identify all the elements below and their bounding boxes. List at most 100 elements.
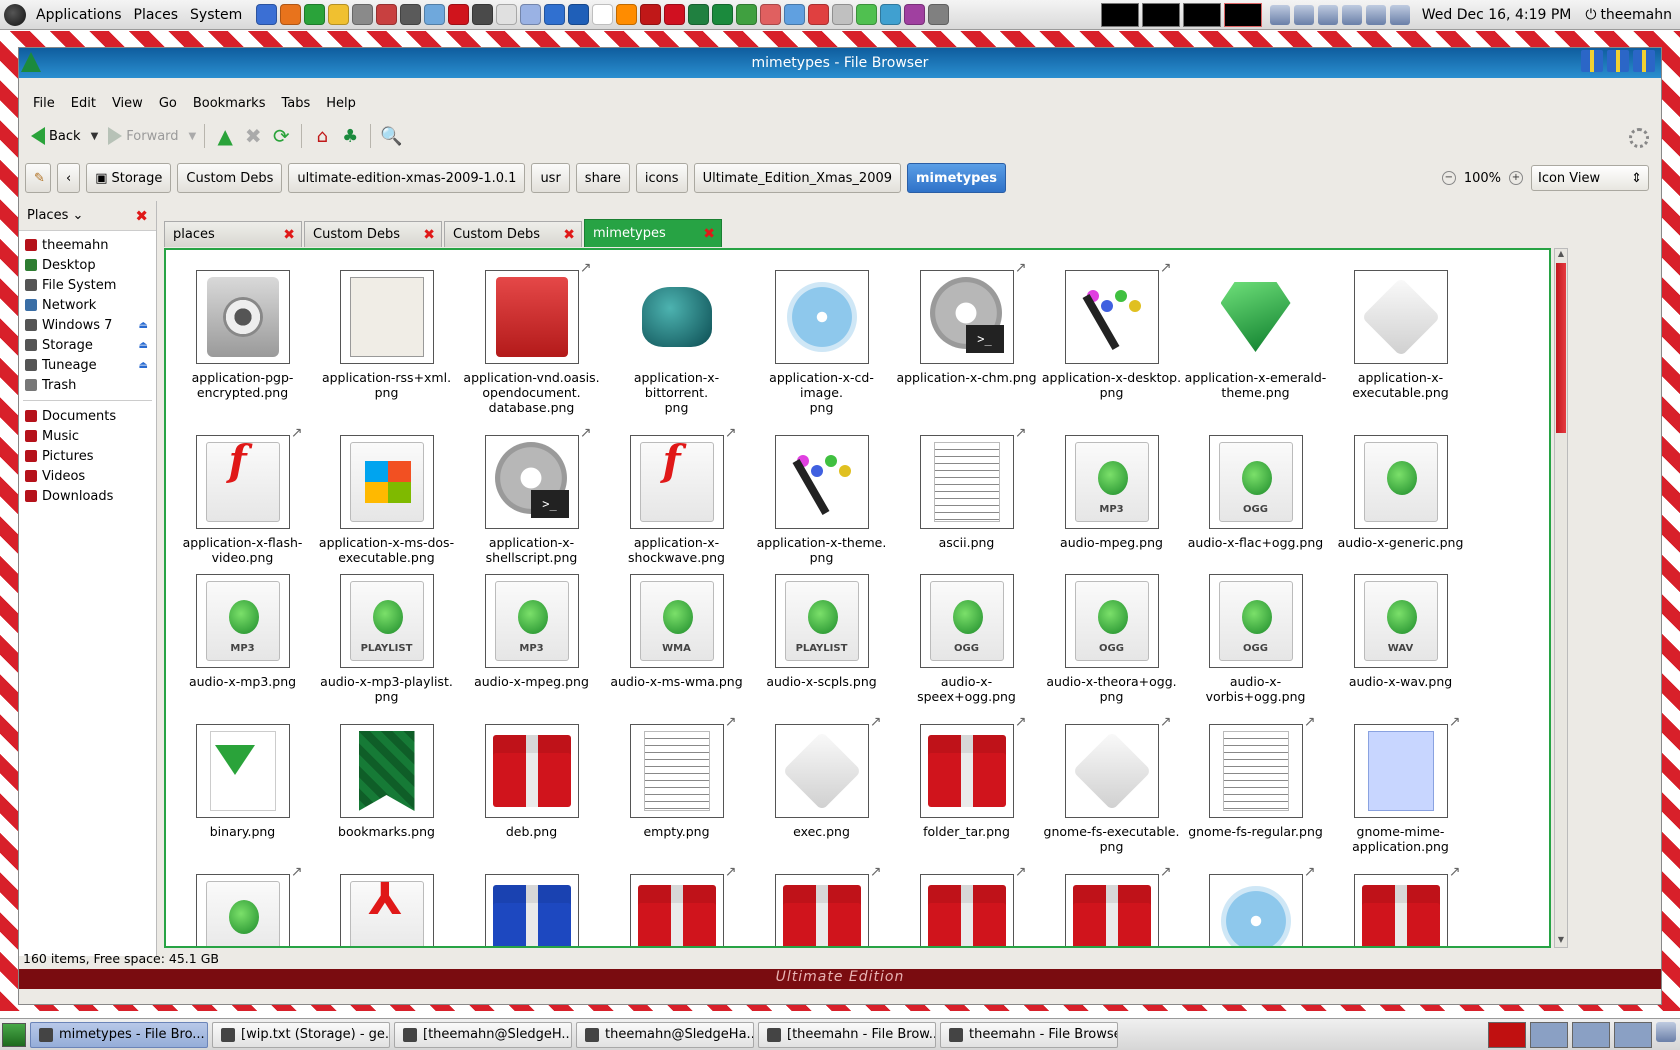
launcher-icon[interactable] — [640, 4, 662, 25]
file-item[interactable]: OGG audio-x-flac+ogg.png — [1183, 435, 1328, 550]
tab-custom-debs[interactable]: Custom Debs ✖ — [304, 221, 442, 247]
file-item[interactable]: ↗ folder_tar.png — [894, 715, 1039, 839]
menu-system[interactable]: System — [184, 0, 248, 30]
file-item[interactable]: OGG audio-x-theora+ogg. png — [1039, 574, 1184, 704]
launcher-icon[interactable] — [784, 4, 806, 25]
sidebar-item-tuneage[interactable]: Tuneage ⏏ — [19, 355, 156, 375]
file-item[interactable]: ↗ gnome-fs-regular.png — [1183, 715, 1328, 840]
launcher-icon[interactable] — [928, 4, 950, 25]
file-item[interactable]: WMA audio-x-ms-wma.png — [604, 574, 749, 689]
stop-button[interactable]: ✖ — [241, 124, 265, 148]
forward-button[interactable]: Forward — [102, 123, 184, 149]
computer-button[interactable]: ♣ — [338, 124, 362, 148]
mail-icon[interactable] — [1389, 4, 1410, 25]
file-item[interactable]: ↗ — [1039, 865, 1184, 946]
launcher-icon[interactable] — [520, 4, 542, 25]
file-item[interactable]: MP3 audio-mpeg.png — [1039, 435, 1184, 550]
workspace-3[interactable] — [1182, 2, 1221, 27]
zoom-out-button[interactable]: − — [1441, 171, 1456, 185]
breadcrumb-ultimate-edition-xmas[interactable]: Ultimate_Edition_Xmas_2009 — [693, 163, 902, 193]
file-item[interactable]: application-x-bittorrent. png — [604, 270, 749, 415]
workspace-mini-1[interactable] — [1488, 1021, 1526, 1048]
user-switcher[interactable]: ⏻ theemahn — [1585, 7, 1672, 23]
breadcrumb-mimetypes[interactable]: mimetypes — [907, 163, 1006, 193]
launcher-icon[interactable] — [256, 4, 278, 25]
scroll-up-icon[interactable]: ▲ — [1555, 249, 1567, 261]
breadcrumb-custom-debs[interactable]: Custom Debs — [177, 163, 283, 193]
launcher-icon[interactable] — [400, 4, 422, 25]
menu-help[interactable]: Help — [318, 96, 364, 111]
minimize-button[interactable] — [1581, 50, 1603, 72]
sidebar-item-network[interactable]: Network — [19, 295, 156, 315]
file-item[interactable]: ↗ — [170, 865, 315, 946]
back-history-dropdown[interactable]: ▼ — [91, 131, 99, 142]
file-item[interactable]: ↗ gnome-fs-executable. png — [1039, 715, 1184, 855]
eject-icon[interactable]: ⏏ — [139, 320, 148, 331]
menu-tabs[interactable]: Tabs — [273, 96, 318, 111]
file-item[interactable]: ↗ — [1328, 865, 1473, 946]
file-item[interactable]: bookmarks.png — [314, 724, 459, 839]
close-tab-icon[interactable]: ✖ — [563, 227, 575, 243]
sidebar-bookmark-music[interactable]: Music — [19, 426, 156, 446]
file-item[interactable]: OGG audio-x-vorbis+ogg.png — [1183, 574, 1328, 704]
show-desktop-button[interactable] — [2, 1022, 26, 1047]
toggle-location-entry-button[interactable]: ✎ — [25, 163, 51, 193]
workspace-mini-4[interactable] — [1614, 1021, 1652, 1048]
file-item[interactable]: >_ ↗ application-x-shellscript.png — [459, 426, 604, 565]
trash-applet-icon[interactable] — [1656, 1021, 1676, 1042]
view-mode-select[interactable]: Icon View ⇕ — [1531, 165, 1649, 191]
launcher-icon[interactable] — [280, 4, 302, 25]
file-item[interactable]: application-x-theme. png — [749, 435, 894, 565]
taskbar-button[interactable]: [theemahn@SledgeH... — [394, 1021, 572, 1048]
launcher-icon[interactable] — [904, 4, 926, 25]
menu-go[interactable]: Go — [151, 96, 185, 111]
taskbar-button[interactable]: theemahn - File Browser — [940, 1021, 1118, 1048]
file-item[interactable]: ↗ ascii.png — [894, 426, 1039, 550]
launcher-icon[interactable] — [448, 4, 470, 25]
launcher-icon[interactable] — [352, 4, 374, 25]
sidebar-type-select[interactable]: Places ⌄ — [27, 208, 83, 223]
launcher-icon[interactable] — [712, 4, 734, 25]
file-item[interactable]: ⅄ — [314, 874, 459, 946]
file-item[interactable]: f ↗ application-x-shockwave.png — [604, 426, 749, 566]
workspace-4[interactable] — [1223, 2, 1262, 27]
scroll-down-icon[interactable]: ▼ — [1555, 935, 1567, 947]
home-button[interactable]: ⌂ — [310, 124, 334, 148]
file-item[interactable]: ↗ — [894, 865, 1039, 946]
sidebar-item-trash[interactable]: Trash — [19, 375, 156, 395]
sidebar-bookmark-downloads[interactable]: Downloads — [19, 486, 156, 506]
close-tab-icon[interactable]: ✖ — [703, 226, 715, 242]
file-item[interactable]: WAV audio-x-wav.png — [1328, 574, 1473, 689]
breadcrumb-scroll-left[interactable]: ‹ — [57, 163, 81, 193]
window-titlebar[interactable]: mimetypes - File Browser — [19, 48, 1661, 78]
maximize-button[interactable] — [1607, 50, 1629, 72]
display-icon[interactable] — [1317, 4, 1338, 25]
network-icon[interactable] — [1269, 4, 1290, 25]
launcher-icon[interactable] — [472, 4, 494, 25]
file-item[interactable]: application-x-ms-dos-executable.png — [314, 435, 459, 565]
icon-view[interactable]: application-pgp-encrypted.png application… — [164, 248, 1551, 948]
file-item[interactable]: ↗ — [604, 865, 749, 946]
scrollbar-thumb[interactable] — [1556, 263, 1566, 433]
file-item[interactable]: application-x-emerald-theme.png — [1183, 270, 1328, 400]
file-item[interactable]: application-x-cd-image. png — [749, 270, 894, 415]
vertical-scrollbar[interactable]: ▲ ▼ — [1554, 248, 1568, 948]
workspace-1[interactable] — [1100, 2, 1139, 27]
file-item[interactable] — [459, 874, 604, 946]
file-item[interactable]: ↗ application-vnd.oasis. opendocument. data… — [459, 261, 604, 416]
file-item[interactable]: application-rss+xml. png — [314, 270, 459, 400]
clock[interactable]: Wed Dec 16, 4:19 PM — [1422, 7, 1572, 23]
file-item[interactable]: binary.png — [170, 724, 315, 839]
launcher-icon[interactable] — [304, 4, 326, 25]
search-button[interactable]: 🔍 — [379, 124, 403, 148]
breadcrumb-ultimate-edition[interactable]: ultimate-edition-xmas-2009-1.0.1 — [288, 163, 526, 193]
reload-button[interactable]: ⟳ — [269, 124, 293, 148]
menu-places[interactable]: Places — [128, 0, 185, 30]
launcher-icon[interactable] — [616, 4, 638, 25]
tab-places[interactable]: places ✖ — [164, 221, 302, 247]
forward-history-dropdown[interactable]: ▼ — [189, 131, 197, 142]
launcher-icon[interactable] — [376, 4, 398, 25]
menu-edit[interactable]: Edit — [63, 96, 104, 111]
launcher-icon[interactable] — [736, 4, 758, 25]
file-item[interactable]: audio-x-generic.png — [1328, 435, 1473, 550]
